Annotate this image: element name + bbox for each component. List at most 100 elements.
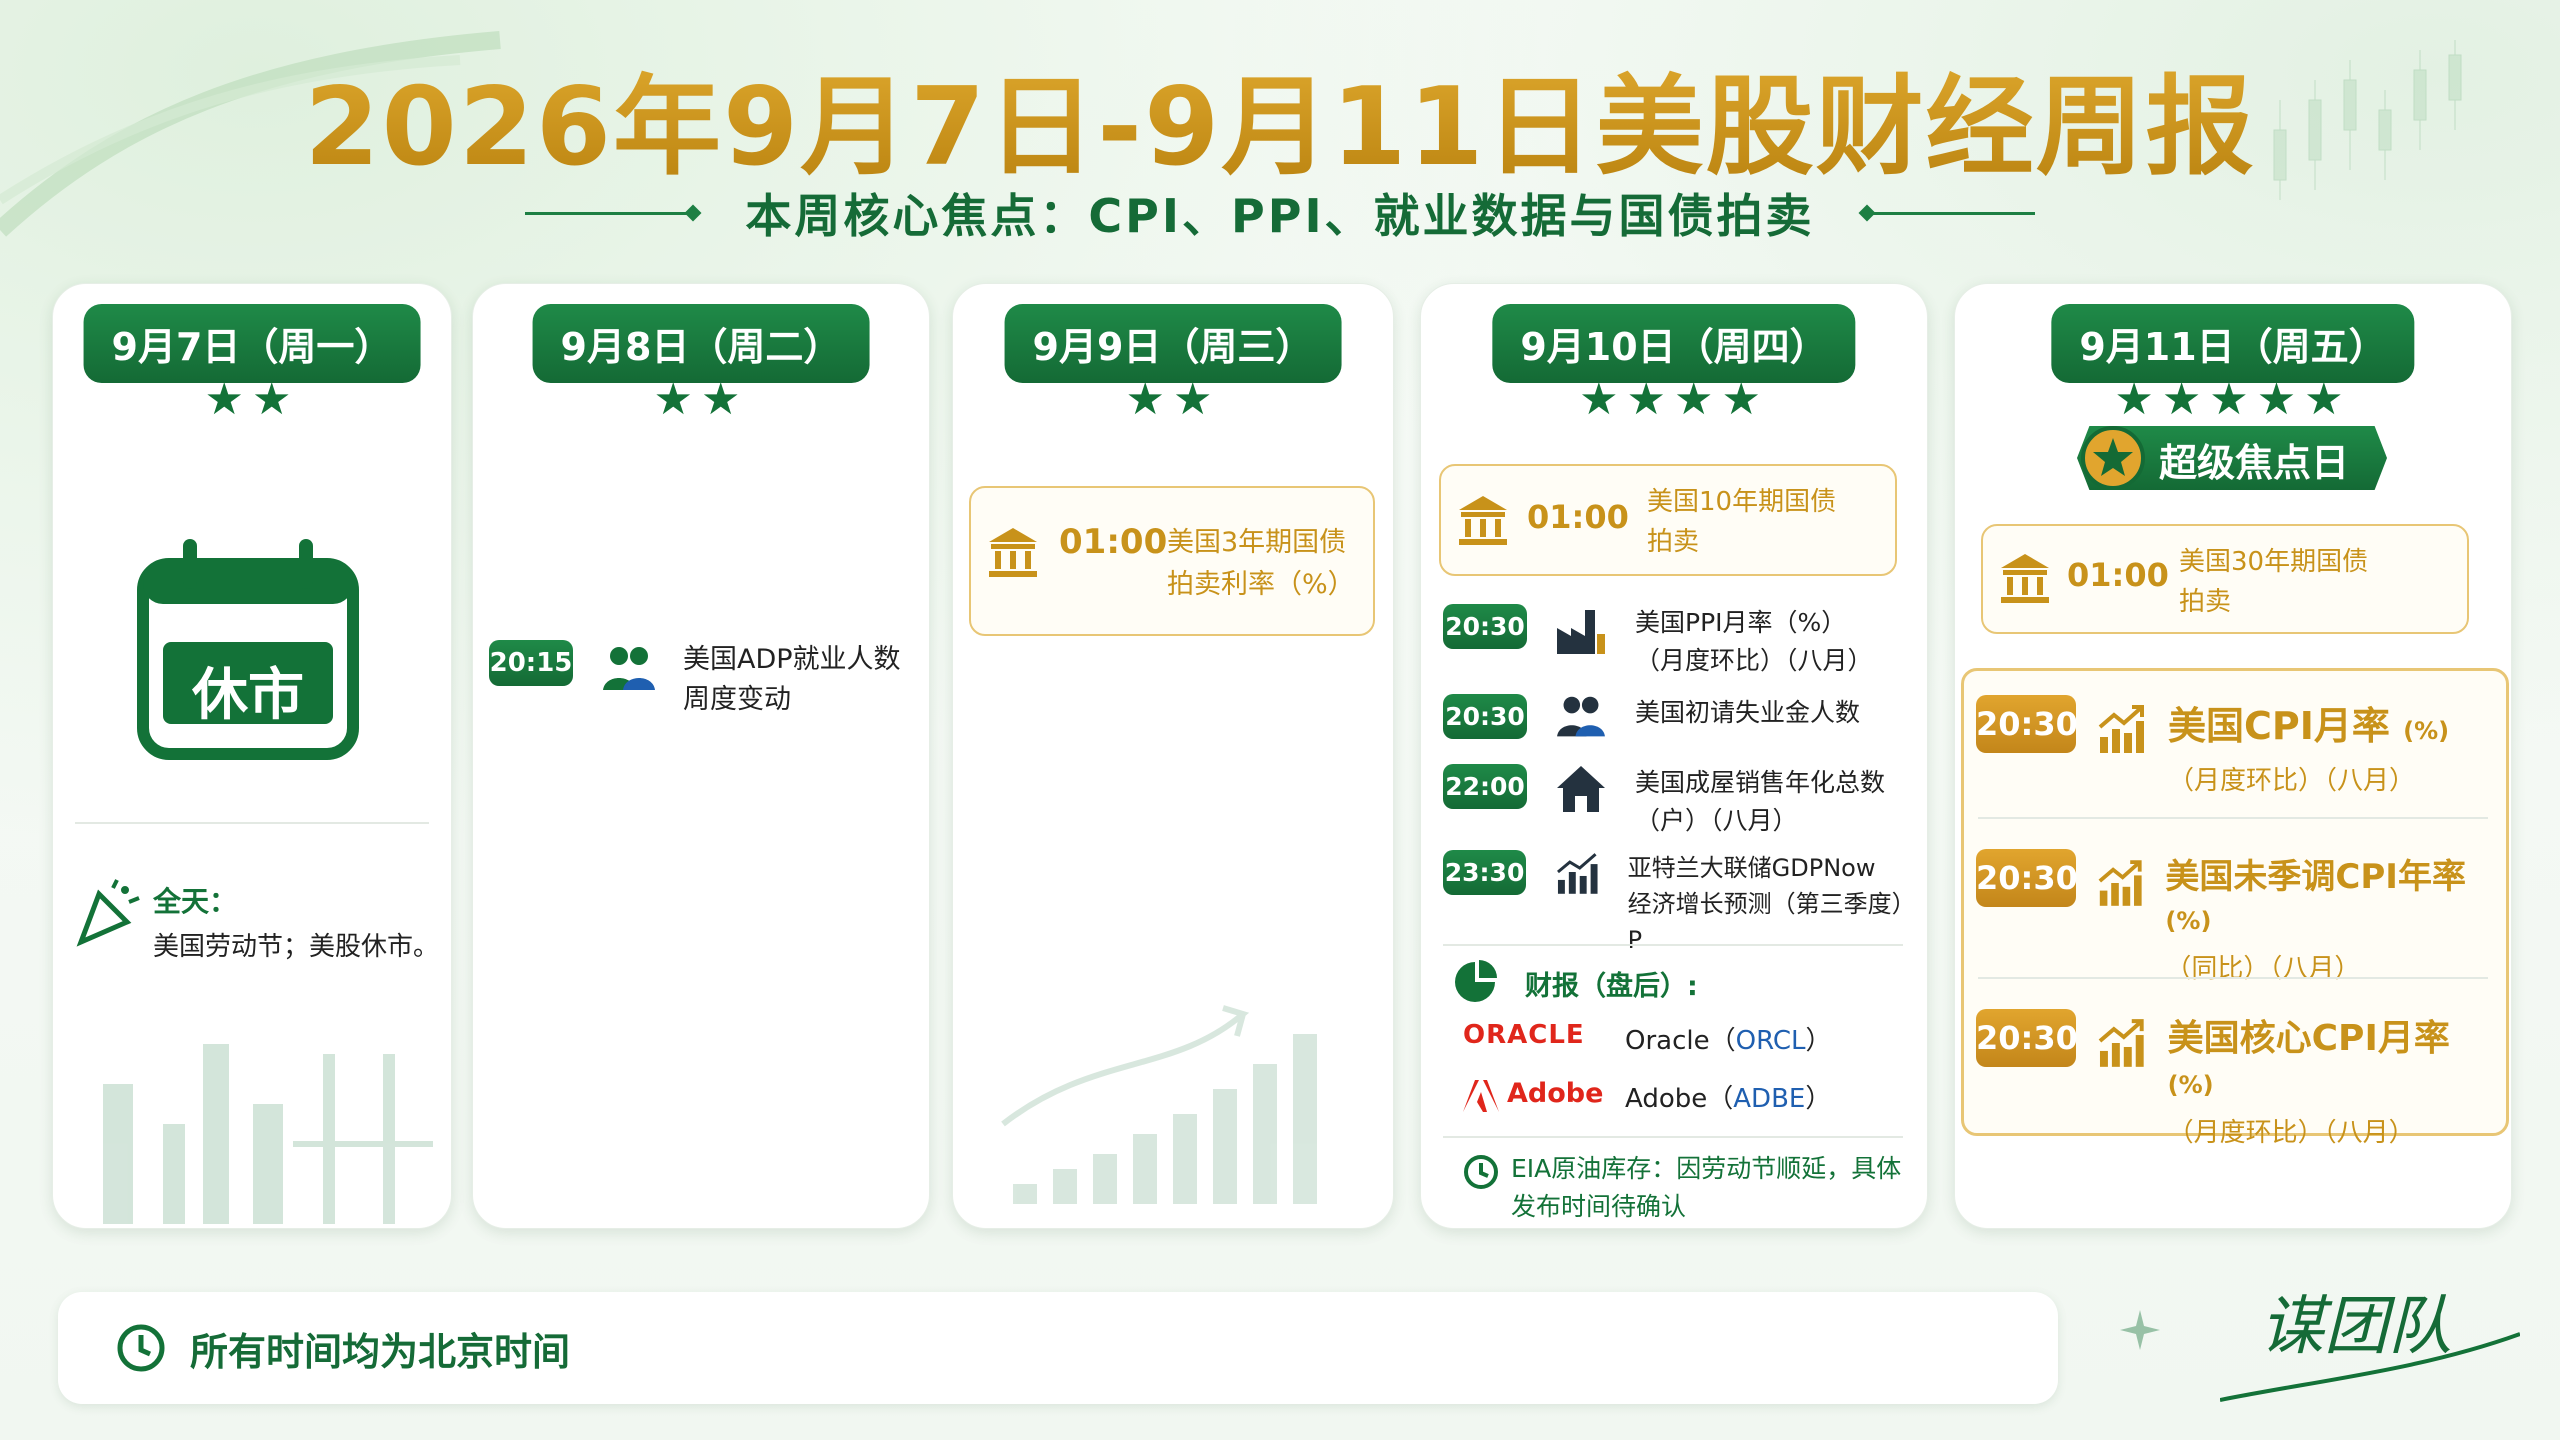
event-time: 01:00 xyxy=(1059,522,1168,562)
earnings-label: 财报（盘后）: xyxy=(1525,971,1698,1002)
cpi-title: 美国未季调CPI年率 (%) xyxy=(2165,849,2506,938)
event-time: 20:30 xyxy=(1443,604,1527,649)
event-title: 美国初请失业金人数 xyxy=(1635,698,1861,727)
company-name: Adobe xyxy=(1625,1084,1708,1114)
event-title: 亚特兰大联储GDPNow xyxy=(1627,854,1876,882)
chart-icon xyxy=(1557,853,1598,894)
importance-stars: ★★★★★ xyxy=(2114,374,2352,425)
day-header: 9月11日（周五） xyxy=(2051,304,2415,383)
cpi-unit: (%) xyxy=(2165,907,2212,935)
trend-up-icon xyxy=(2098,860,2142,906)
skyline-decoration xyxy=(103,1044,433,1224)
day-card-monday: 9月7日（周一） ★★ 休市 全天： 美国劳动节；美股休市。 xyxy=(52,283,452,1229)
pie-chart-icon xyxy=(1455,960,1497,1002)
event-text: 美国成屋销售年化总数 （户）（八月） xyxy=(1635,764,1885,840)
event-title: 美国成屋销售年化总数 xyxy=(1635,768,1886,797)
divider xyxy=(1443,944,1903,946)
event-item: 22:00 美国成屋销售年化总数 （户）（八月） xyxy=(1443,764,1885,840)
event-text: 美国初请失业金人数 xyxy=(1635,694,1860,732)
event-subtitle: （户）（八月） xyxy=(1635,806,1798,835)
divider xyxy=(1443,1136,1903,1138)
day-card-tuesday: 9月8日（周二） ★★ 20:15 美国ADP就业人数 周度变动 xyxy=(472,283,930,1229)
subtitle-row: 本周核心焦点：CPI、PPI、就业数据与国债拍卖 xyxy=(0,180,2560,246)
cpi-title-text: 美国CPI月率 xyxy=(2168,704,2390,748)
importance-stars: ★★ xyxy=(204,374,300,425)
day-header: 9月7日（周一） xyxy=(83,304,421,383)
event-time: 01:00 xyxy=(2067,556,2169,594)
earnings-item: Oracle（ORCL） xyxy=(1625,1026,1832,1056)
brand-underline xyxy=(2220,1332,2520,1402)
day-card-thursday: 9月10日（周四） ★★★★ 01:00 美国10年期国债 拍卖 20:30 美… xyxy=(1420,283,1928,1229)
day-card-wednesday: 9月9日（周三） ★★ 01:00 美国3年期国债 拍卖利率（%） xyxy=(952,283,1394,1229)
event-subtitle: 拍卖 xyxy=(1647,527,1700,557)
super-focus-label: 超级焦点日 xyxy=(2159,441,2350,485)
house-icon xyxy=(1557,766,1605,812)
cpi-title-text: 美国未季调CPI年率 xyxy=(2165,857,2466,897)
day-header: 9月9日（周三） xyxy=(1004,304,1342,383)
earnings-item: Adobe（ADBE） xyxy=(1625,1084,1832,1114)
event-time: 20:30 xyxy=(1443,694,1527,739)
cpi-unit: (%) xyxy=(2167,1071,2214,1099)
event-subtitle: 拍卖利率（%） xyxy=(1167,569,1355,600)
company-ticker: ADBE xyxy=(1733,1084,1806,1114)
divider xyxy=(75,822,429,824)
growth-chart-decoration xyxy=(1001,1005,1317,1204)
oracle-logo: ORACLE xyxy=(1463,1020,1585,1050)
importance-stars: ★★★★ xyxy=(1579,374,1769,425)
event-subtitle: 拍卖 xyxy=(2179,587,2232,617)
event-subtitle: 周度变动 xyxy=(683,684,791,715)
sparkle-icon xyxy=(2120,1310,2160,1350)
footer-bar: 所有时间均为北京时间 xyxy=(58,1292,2058,1404)
event-item: 20:30 美国初请失业金人数 xyxy=(1443,694,1860,740)
subtitle-line-left xyxy=(525,211,696,215)
event-text: 美国核心CPI月率 (%) （月度环比）（八月） xyxy=(2168,1009,2506,1149)
auction-box: 01:00 美国10年期国债 拍卖 xyxy=(1439,464,1897,576)
cpi-box: 20:30 美国CPI月率 (%) （月度环比）（八月） 20:30 美国未季调… xyxy=(1961,668,2509,1148)
event-time: 23:30 xyxy=(1443,850,1527,895)
event-time: 20:30 xyxy=(1976,1009,2078,1067)
clock-icon xyxy=(1464,1155,1498,1189)
event-time: 22:00 xyxy=(1443,764,1527,809)
people-icon xyxy=(1557,696,1605,737)
event-title: 美国ADP就业人数 xyxy=(683,644,901,675)
event-text: 美国CPI月率 (%) （月度环比）（八月） xyxy=(2168,695,2449,797)
allday-text: 美国劳动节；美股休市。 xyxy=(153,932,440,962)
subtitle-line-right xyxy=(1864,211,2035,215)
cpi-title: 美国CPI月率 (%) xyxy=(2168,695,2449,750)
cpi-item: 20:30 美国CPI月率 (%) （月度环比）（八月） xyxy=(1976,695,2449,797)
event-text: 美国3年期国债 拍卖利率（%） xyxy=(1167,522,1355,606)
adobe-logo-icon xyxy=(1463,1080,1499,1112)
cpi-title-text: 美国核心CPI月率 xyxy=(2167,1018,2450,1059)
event-text: 美国未季调CPI年率 (%) （同比）（八月） xyxy=(2165,849,2506,985)
footer-text: 所有时间均为北京时间 xyxy=(190,1329,571,1374)
eia-note: EIA原油库存：因劳动节顺延，具体发布时间待确认 xyxy=(1511,1154,1902,1221)
day-card-friday: 9月11日（周五） ★★★★★ 超级焦点日 01:00 美国30年期国债 拍卖 … xyxy=(1954,283,2512,1229)
factory-icon xyxy=(1557,610,1605,654)
people-icon xyxy=(603,647,655,690)
bank-icon xyxy=(1459,496,1507,545)
divider xyxy=(1978,817,2488,819)
clock-icon xyxy=(117,1324,165,1372)
event-title: 美国PPI月率（%） xyxy=(1635,608,1847,637)
adobe-logo-text: Adobe xyxy=(1507,1078,1604,1109)
bank-icon xyxy=(989,528,1037,577)
divider xyxy=(1978,977,2488,979)
cpi-subtitle: （月度环比）（八月） xyxy=(2168,766,2416,796)
page-subtitle: 本周核心焦点：CPI、PPI、就业数据与国债拍卖 xyxy=(745,189,1815,243)
cpi-item: 20:30 美国核心CPI月率 (%) （月度环比）（八月） xyxy=(1976,1009,2506,1149)
trend-up-icon xyxy=(2098,705,2144,753)
event-time: 01:00 xyxy=(1527,498,1629,536)
event-subtitle: （月度环比）（八月） xyxy=(1635,646,1873,675)
auction-box: 01:00 美国3年期国债 拍卖利率（%） xyxy=(969,486,1375,636)
bank-icon xyxy=(2001,554,2049,603)
event-text: 亚特兰大联储GDPNow 经济增长预测（第三季度）P xyxy=(1628,850,1927,958)
event-subtitle: 经济增长预测（第三季度）P xyxy=(1627,890,1916,954)
party-popper-icon xyxy=(76,879,140,947)
day-header: 9月10日（周四） xyxy=(1492,304,1856,383)
event-item: 20:15 美国ADP就业人数 周度变动 xyxy=(489,640,901,720)
event-time: 20:30 xyxy=(1976,695,2078,753)
cpi-subtitle: （月度环比）（八月） xyxy=(2167,1118,2415,1148)
cpi-unit: (%) xyxy=(2403,717,2450,745)
page-title: 2026年9月7日-9月11日美股财经周报 xyxy=(0,40,2560,196)
auction-box: 01:00 美国30年期国债 拍卖 xyxy=(1981,524,2469,634)
